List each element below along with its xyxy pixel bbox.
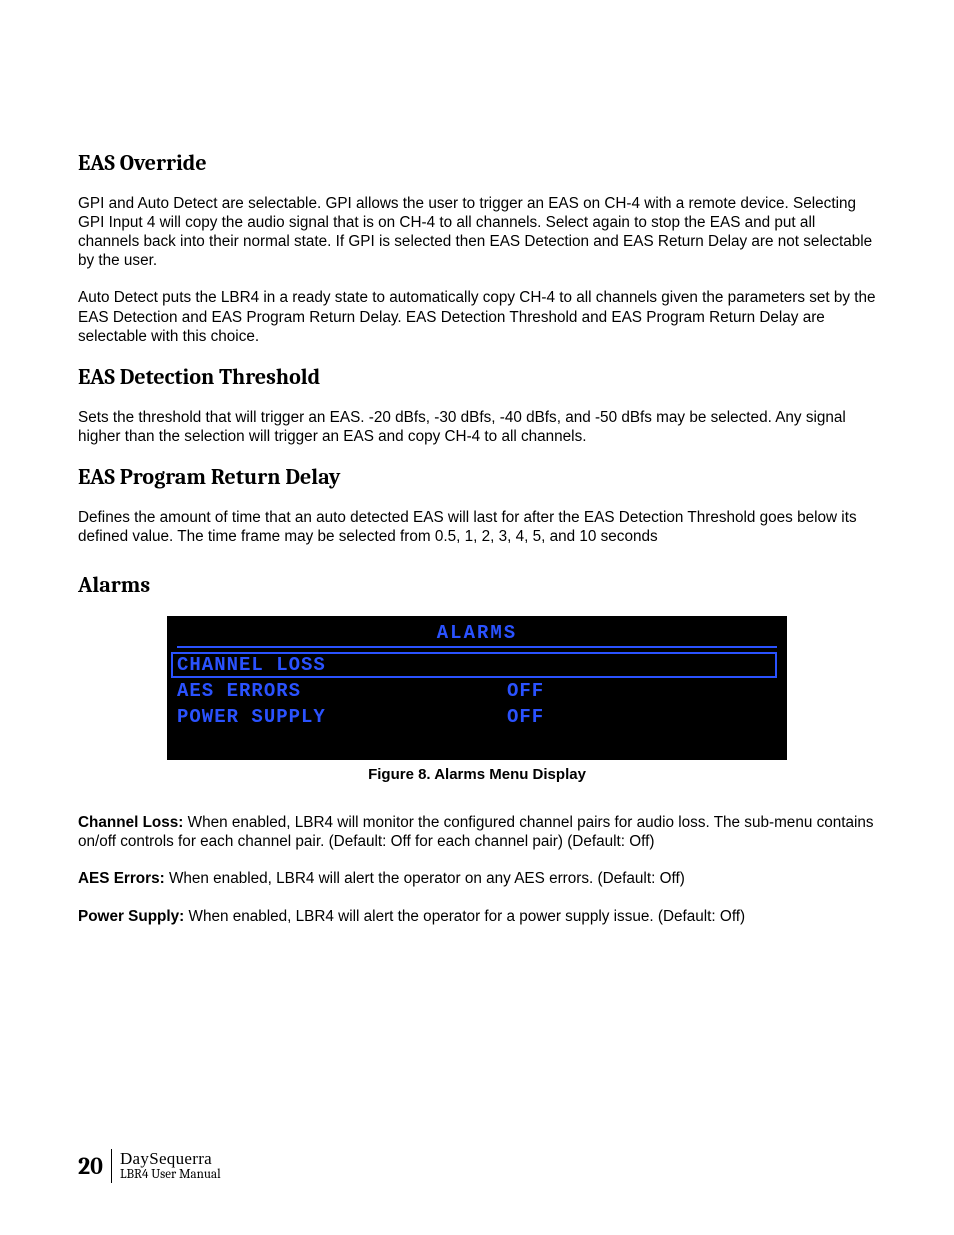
paragraph-power-supply: Power Supply: When enabled, LBR4 will al… [78, 907, 876, 926]
paragraph-channel-loss: Channel Loss: When enabled, LBR4 will mo… [78, 813, 876, 851]
paragraph: Sets the threshold that will trigger an … [78, 408, 876, 446]
document-page: EAS Override GPI and Auto Detect are sel… [0, 0, 954, 1235]
menu-value: OFF [507, 680, 544, 702]
paragraph: Defines the amount of time that an auto … [78, 508, 876, 546]
heading-eas-override: EAS Override [78, 150, 876, 176]
alarms-menu-display: ALARMS CHANNEL LOSS AES ERRORS OFF POWER… [167, 616, 787, 760]
menu-separator [177, 646, 777, 648]
menu-label: AES ERRORS [177, 680, 507, 702]
menu-row-channel-loss: CHANNEL LOSS [177, 652, 777, 678]
footer-text: DaySequerra LBR4 User Manual [120, 1150, 221, 1181]
term-label: Power Supply: [78, 908, 184, 925]
term-label: AES Errors: [78, 870, 165, 887]
paragraph: GPI and Auto Detect are selectable. GPI … [78, 194, 876, 270]
paragraph: Auto Detect puts the LBR4 in a ready sta… [78, 288, 876, 345]
page-footer: 20 DaySequerra LBR4 User Manual [78, 1149, 221, 1183]
brand-name: DaySequerra [120, 1150, 221, 1168]
menu-row-power-supply: POWER SUPPLY OFF [177, 704, 777, 730]
term-label: Channel Loss: [78, 814, 183, 831]
figure-caption: Figure 8. Alarms Menu Display [78, 766, 876, 783]
term-text: When enabled, LBR4 will alert the operat… [184, 908, 745, 925]
heading-alarms: Alarms [78, 572, 876, 598]
manual-name: LBR4 User Manual [120, 1168, 221, 1182]
heading-eas-program-return-delay: EAS Program Return Delay [78, 464, 876, 490]
menu-value: OFF [507, 706, 544, 728]
menu-label: CHANNEL LOSS [171, 652, 777, 678]
heading-eas-detection-threshold: EAS Detection Threshold [78, 364, 876, 390]
menu-title: ALARMS [177, 622, 777, 644]
term-text: When enabled, LBR4 will alert the operat… [165, 870, 685, 887]
paragraph-aes-errors: AES Errors: When enabled, LBR4 will aler… [78, 869, 876, 888]
menu-label: POWER SUPPLY [177, 706, 507, 728]
footer-separator [111, 1149, 112, 1183]
term-text: When enabled, LBR4 will monitor the conf… [78, 814, 874, 850]
page-number: 20 [78, 1152, 111, 1180]
menu-row-aes-errors: AES ERRORS OFF [177, 678, 777, 704]
